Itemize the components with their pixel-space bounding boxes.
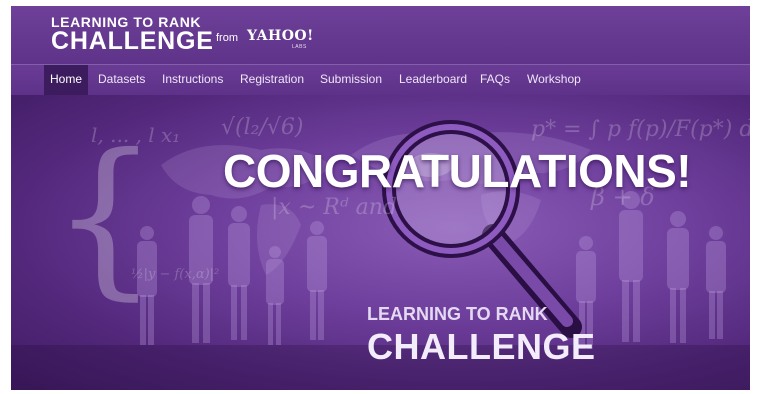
math-decor-1: l, ... , l x₁: [91, 123, 181, 147]
nav-datasets[interactable]: Datasets: [92, 65, 151, 95]
site-header: LEARNING TO RANK CHALLENGE from YAHOO! L…: [11, 6, 750, 64]
math-decor-3: p* = ∫ p f(p)/F(p*) dp + F: [531, 117, 750, 142]
logo-line-2: CHALLENGE: [51, 27, 214, 55]
nav-leaderboard[interactable]: Leaderboard: [393, 65, 473, 95]
hero-subtitle-line-2: CHALLENGE: [367, 326, 596, 367]
site-logo[interactable]: LEARNING TO RANK CHALLENGE: [51, 15, 214, 55]
nav-home[interactable]: Home: [44, 65, 89, 95]
math-decor-4: |x ~ Rᵈ and: [271, 195, 397, 220]
nav-instructions[interactable]: Instructions: [156, 65, 229, 95]
main-nav: Home Datasets Instructions Registration …: [11, 64, 750, 96]
hero-subtitle-line-1: LEARNING TO RANK: [367, 304, 548, 324]
yahoo-labs-label: LABS: [292, 44, 307, 50]
yahoo-logo[interactable]: YAHOO!: [247, 28, 314, 44]
nav-workshop[interactable]: Workshop: [521, 65, 587, 95]
hero-headline: CONGRATULATIONS!: [223, 145, 692, 197]
math-decor-6: ½|y − f(x,α)|²: [131, 267, 220, 282]
page-frame: LEARNING TO RANK CHALLENGE from YAHOO! L…: [11, 6, 750, 390]
nav-registration[interactable]: Registration: [234, 65, 310, 95]
nav-submission[interactable]: Submission: [314, 65, 388, 95]
nav-faqs[interactable]: FAQs: [474, 65, 516, 95]
math-decor-2: √(l₂/√6): [221, 115, 304, 140]
from-label: from: [216, 32, 238, 44]
